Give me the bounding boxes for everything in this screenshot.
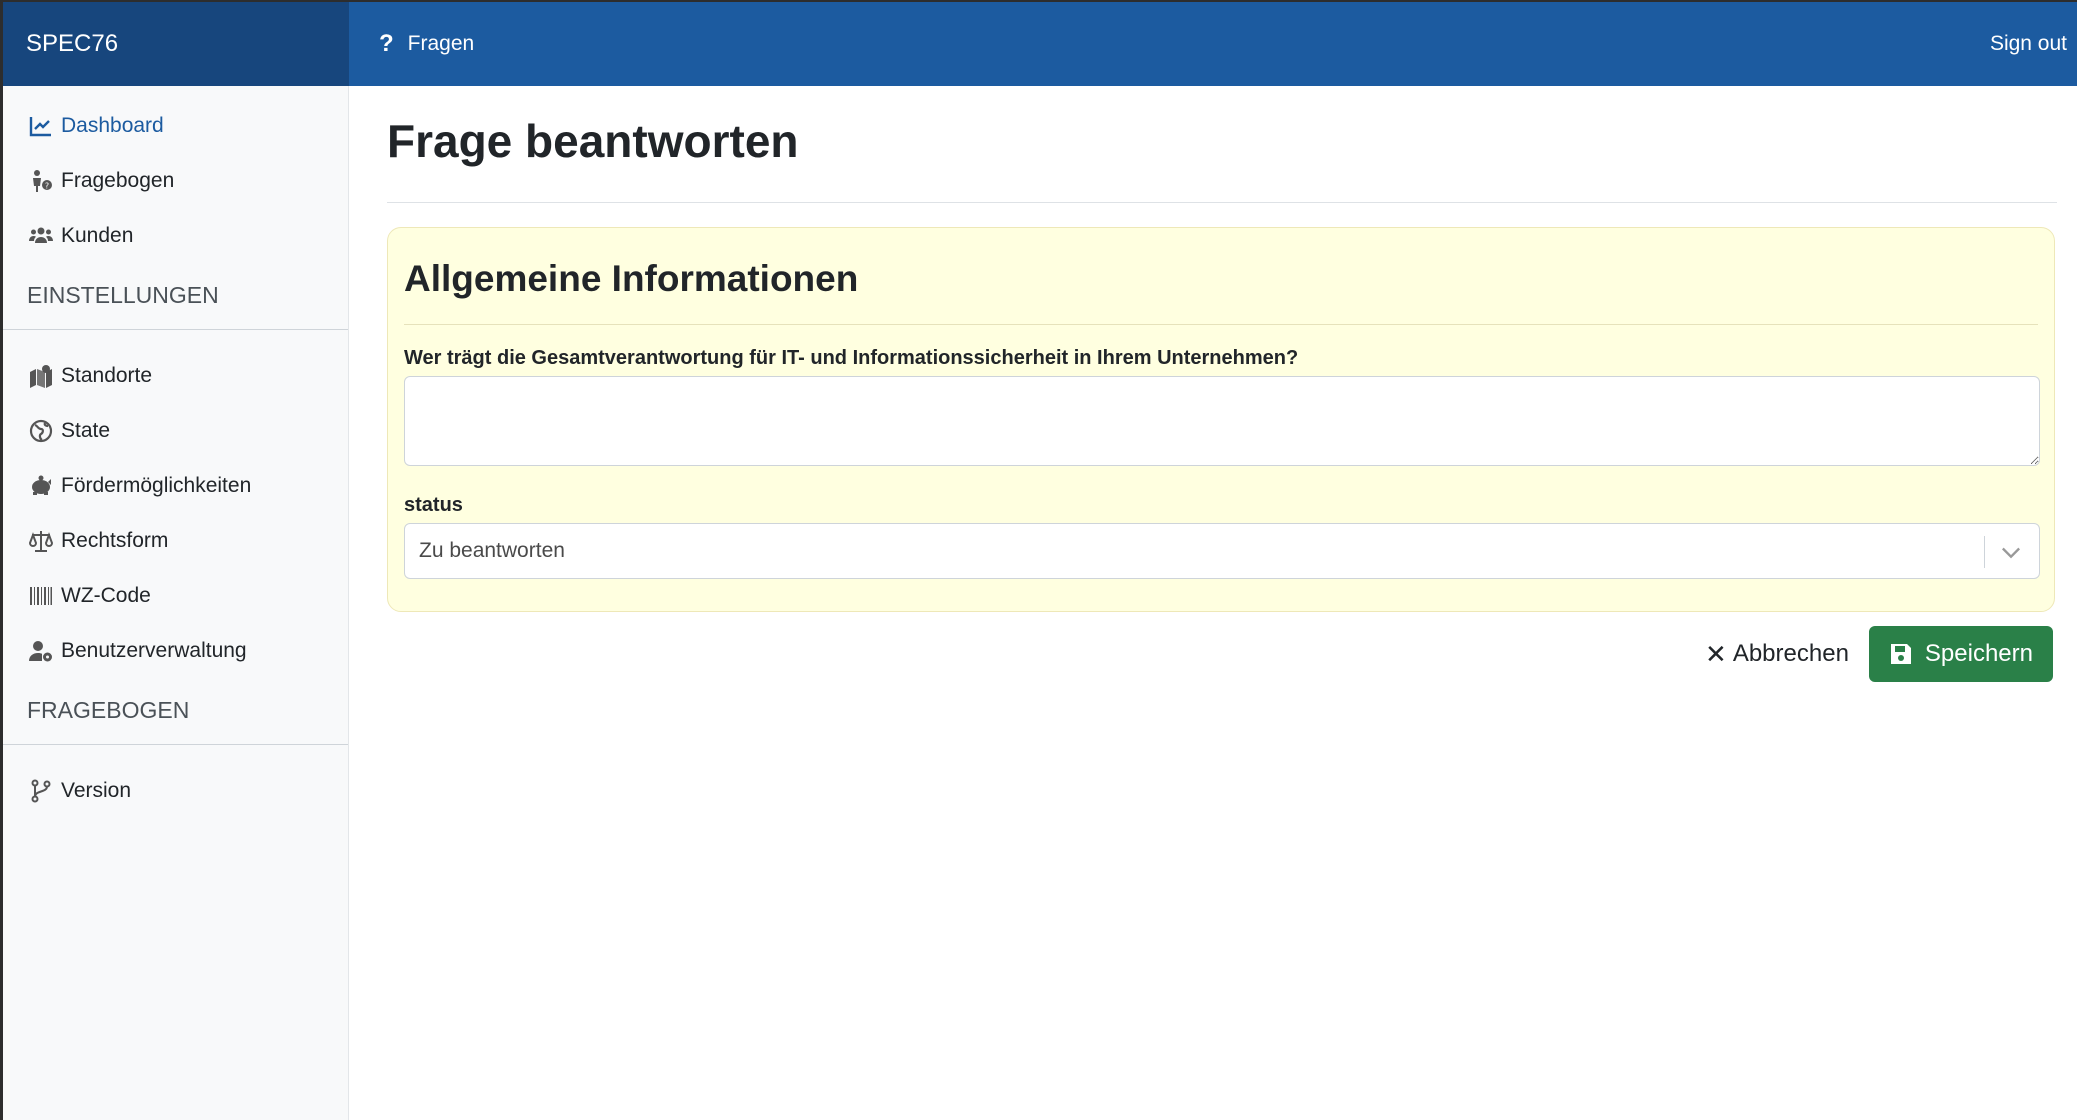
user-gear-icon: [27, 637, 55, 665]
sidebar-item-label: Fragebogen: [61, 168, 175, 192]
status-select[interactable]: Zu beantworten: [404, 523, 2040, 579]
question-label: Wer trägt die Gesamtverantwortung für IT…: [404, 347, 1299, 369]
sidebar-divider: [3, 329, 348, 330]
sidebar-item-standorte[interactable]: Standorte: [3, 348, 348, 403]
close-icon: ✕: [1705, 638, 1727, 669]
question-card: Allgemeine Informationen Wer trägt die G…: [387, 227, 2055, 612]
barcode-icon: [27, 582, 55, 610]
users-icon: [27, 222, 55, 250]
sidebar-item-dashboard[interactable]: Dashboard: [3, 98, 348, 153]
map-location-icon: [27, 362, 55, 390]
sidebar-divider: [3, 744, 348, 745]
form-actions: ✕ Abbrechen Speichern: [1705, 626, 2053, 682]
card-divider: [404, 324, 2038, 325]
scale-balanced-icon: [27, 527, 55, 555]
cancel-label: Abbrechen: [1732, 640, 1849, 667]
cancel-button[interactable]: ✕ Abbrechen: [1705, 639, 1849, 670]
sidebar-item-label: WZ-Code: [61, 583, 151, 607]
save-button[interactable]: Speichern: [1868, 626, 2053, 682]
sidebar-heading-fragebogen: FRAGEBOGEN: [27, 697, 190, 723]
sidebar-item-label: Version: [61, 778, 132, 802]
sidebar-item-label: State: [61, 418, 111, 442]
piggy-bank-icon: [27, 472, 55, 500]
sidebar-item-label: Fördermöglichkeiten: [61, 473, 252, 497]
sidebar-item-wz-code[interactable]: WZ-Code: [3, 568, 348, 623]
globe-icon: [27, 417, 55, 445]
status-select-value: Zu beantworten: [419, 539, 565, 562]
sidebar-item-label: Standorte: [61, 363, 153, 387]
sidebar-item-fragebogen[interactable]: ? Fragebogen: [3, 153, 348, 208]
sidebar-item-label: Rechtsform: [61, 528, 169, 552]
main-content: Frage beantworten Allgemeine Information…: [387, 86, 2057, 682]
question-icon: ?: [379, 30, 394, 57]
page-title: Frage beantworten: [387, 115, 799, 167]
sidebar: Dashboard ? Fragebogen Kunden EINSTELLUN…: [3, 86, 349, 1120]
code-branch-icon: [27, 777, 55, 805]
sidebar-item-foerdermoeglichkeiten[interactable]: Fördermöglichkeiten: [3, 458, 348, 513]
sidebar-item-label: Benutzerverwaltung: [61, 638, 247, 662]
sign-out-link[interactable]: Sign out: [1990, 32, 2067, 56]
top-navbar: SPEC76 ? Fragen Sign out: [3, 2, 2077, 86]
title-divider: [387, 202, 2057, 203]
answer-textarea[interactable]: [404, 376, 2040, 466]
sidebar-item-label: Dashboard: [61, 113, 164, 137]
sidebar-item-version[interactable]: Version: [3, 763, 348, 818]
nav-link-label: Fragen: [407, 32, 475, 55]
sidebar-item-rechtsform[interactable]: Rechtsform: [3, 513, 348, 568]
sidebar-item-kunden[interactable]: Kunden: [3, 208, 348, 263]
brand-logo[interactable]: SPEC76: [3, 2, 349, 86]
sidebar-heading-einstellungen: EINSTELLUNGEN: [27, 282, 219, 308]
sidebar-item-benutzerverwaltung[interactable]: Benutzerverwaltung: [3, 623, 348, 678]
person-question-icon: ?: [27, 167, 55, 195]
save-label: Speichern: [1924, 640, 2033, 667]
sidebar-item-state[interactable]: State: [3, 403, 348, 458]
floppy-disk-icon: [1890, 644, 1911, 664]
select-separator: [1984, 536, 1985, 568]
app-window: SPEC76 ? Fragen Sign out Dashboard ? Fra…: [0, 0, 2077, 1120]
sidebar-item-label: Kunden: [61, 223, 134, 247]
card-title: Allgemeine Informationen: [404, 258, 859, 299]
nav-link-fragen[interactable]: ? Fragen: [379, 30, 474, 58]
svg-text:?: ?: [45, 181, 49, 190]
status-label: status: [404, 494, 463, 516]
chevron-down-icon[interactable]: [1997, 538, 2025, 566]
chart-line-icon: [27, 112, 55, 140]
